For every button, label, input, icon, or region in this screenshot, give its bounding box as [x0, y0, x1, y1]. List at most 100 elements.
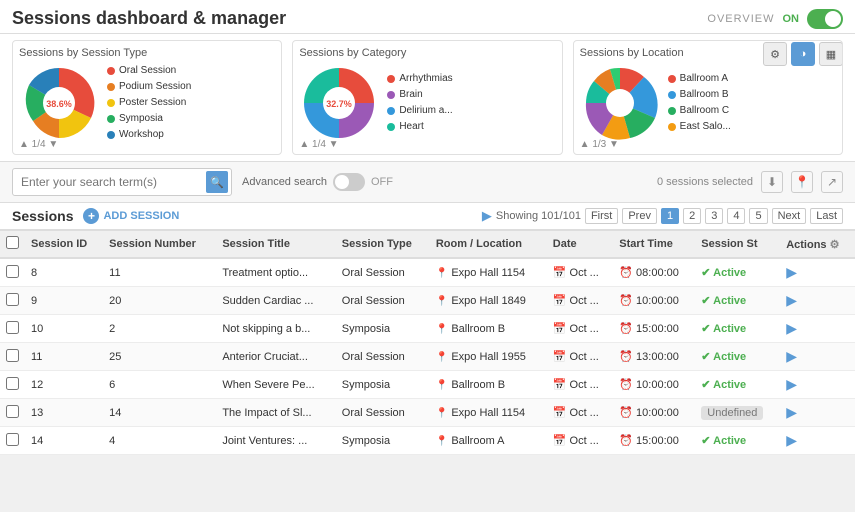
overview-toggle-state: ON	[783, 13, 800, 25]
row-checkbox[interactable]	[6, 349, 19, 362]
add-session-button[interactable]: + ADD SESSION	[83, 208, 179, 224]
table-row: 13 14 The Impact of Sl... Oral Session 📍…	[0, 399, 855, 427]
row-checkbox[interactable]	[6, 265, 19, 278]
cell-session-id: 13	[25, 399, 103, 427]
pagination-page-5[interactable]: 5	[749, 208, 767, 224]
sessions-table: Session ID Session Number Session Title …	[0, 230, 855, 455]
col-session-title: Session Title	[216, 231, 335, 259]
table-header-row: Session ID Session Number Session Title …	[0, 231, 855, 259]
cell-session-number: 20	[103, 287, 216, 315]
table-row: 12 6 When Severe Pe... Symposia 📍 Ballro…	[0, 371, 855, 399]
cell-room-location: 📍 Expo Hall 1955	[430, 343, 547, 371]
cell-actions: ▶	[780, 427, 855, 455]
row-checkbox[interactable]	[6, 293, 19, 306]
chart2-title: Sessions by Category	[299, 47, 555, 59]
sessions-selected-info: 0 sessions selected ⬇ 📍 ↗	[657, 171, 843, 193]
sessions-table-wrap: Session ID Session Number Session Title …	[0, 230, 855, 455]
col-session-status: Session St	[695, 231, 780, 259]
cell-session-type: Symposia	[336, 371, 430, 399]
pagination-page-1[interactable]: 1	[661, 208, 679, 224]
pagination-prev[interactable]: Prev	[622, 208, 657, 224]
search-bar: 🔍 Advanced search OFF 0 sessions selecte…	[0, 162, 855, 203]
search-input-wrap: 🔍	[12, 168, 232, 196]
pagination-page-4[interactable]: 4	[727, 208, 745, 224]
filter-icon: ▶	[482, 208, 492, 224]
cell-room-location: 📍 Expo Hall 1154	[430, 399, 547, 427]
row-action-button[interactable]: ▶	[786, 292, 797, 308]
download-action-button[interactable]: ⬇	[761, 171, 783, 193]
table-row: 9 20 Sudden Cardiac ... Oral Session 📍 E…	[0, 287, 855, 315]
chart2-nav: ▲ 1/4 ▼	[299, 139, 338, 150]
cell-session-id: 10	[25, 315, 103, 343]
col-room-location: Room / Location	[430, 231, 547, 259]
row-checkbox[interactable]	[6, 321, 19, 334]
pagination-page-3[interactable]: 3	[705, 208, 723, 224]
cell-actions: ▶	[780, 371, 855, 399]
status-badge: ✔ Active	[701, 351, 746, 363]
row-action-button[interactable]: ▶	[786, 348, 797, 364]
pagination-first[interactable]: First	[585, 208, 618, 224]
chart3-title: Sessions by Location	[580, 47, 836, 59]
chart3-pie	[580, 63, 660, 143]
cell-status: ✔ Active	[695, 315, 780, 343]
row-action-button[interactable]: ▶	[786, 264, 797, 280]
cell-session-id: 9	[25, 287, 103, 315]
adv-toggle-knob	[335, 175, 349, 189]
status-badge: ✔ Active	[701, 323, 746, 335]
chart1-legend: Oral Session Podium Session Poster Sessi…	[107, 63, 191, 143]
cell-date: 📅 Oct ...	[547, 287, 614, 315]
cell-session-id: 8	[25, 258, 103, 287]
cell-session-id: 11	[25, 343, 103, 371]
row-checkbox[interactable]	[6, 405, 19, 418]
status-badge: Undefined	[701, 406, 763, 420]
cell-start-time: ⏰ 15:00:00	[613, 427, 695, 455]
select-all-checkbox[interactable]	[6, 236, 19, 249]
add-session-label: ADD SESSION	[103, 210, 179, 222]
overview-toggle[interactable]	[807, 9, 843, 29]
toggle-knob	[825, 11, 841, 27]
cell-date: 📅 Oct ...	[547, 399, 614, 427]
charts-row: ⚙ ◑ ▦ Sessions by Session Type 38.6%	[0, 34, 855, 162]
chart3-legend: Ballroom A Ballroom B Ballroom C East Sa…	[668, 71, 731, 135]
pagination-page-2[interactable]: 2	[683, 208, 701, 224]
status-badge: ✔ Active	[701, 295, 746, 307]
cell-room-location: 📍 Ballroom B	[430, 315, 547, 343]
cell-session-number: 4	[103, 427, 216, 455]
adv-toggle-state: OFF	[371, 176, 393, 188]
location-action-button[interactable]: 📍	[791, 171, 813, 193]
search-input[interactable]	[12, 168, 232, 196]
pagination-last[interactable]: Last	[810, 208, 843, 224]
advanced-search-toggle[interactable]	[333, 173, 365, 191]
cell-session-id: 14	[25, 427, 103, 455]
chart1-title: Sessions by Session Type	[19, 47, 275, 59]
advanced-search-label: Advanced search	[242, 176, 327, 188]
cell-session-type: Oral Session	[336, 343, 430, 371]
table-row: 10 2 Not skipping a b... Symposia 📍 Ball…	[0, 315, 855, 343]
header-controls: OVERVIEW ON	[707, 9, 843, 29]
selected-count-label: 0 sessions selected	[657, 176, 753, 188]
cell-date: 📅 Oct ...	[547, 371, 614, 399]
row-checkbox[interactable]	[6, 377, 19, 390]
svg-text:38.6%: 38.6%	[46, 99, 72, 109]
sessions-title: Sessions	[12, 208, 73, 224]
row-checkbox[interactable]	[6, 433, 19, 446]
sessions-tbody: 8 11 Treatment optio... Oral Session 📍 E…	[0, 258, 855, 455]
pagination-next[interactable]: Next	[772, 208, 807, 224]
cell-start-time: ⏰ 10:00:00	[613, 399, 695, 427]
search-button[interactable]: 🔍	[206, 171, 228, 193]
row-action-button[interactable]: ▶	[786, 376, 797, 392]
row-action-button[interactable]: ▶	[786, 404, 797, 420]
row-action-button[interactable]: ▶	[786, 320, 797, 336]
cell-actions: ▶	[780, 287, 855, 315]
pagination: ▶ Showing 101/101 First Prev 1 2 3 4 5 N…	[482, 208, 843, 224]
cell-session-id: 12	[25, 371, 103, 399]
row-action-button[interactable]: ▶	[786, 432, 797, 448]
cell-session-type: Oral Session	[336, 287, 430, 315]
export-action-button[interactable]: ↗	[821, 171, 843, 193]
showing-label: ▶ Showing 101/101	[482, 208, 581, 224]
cell-session-title: The Impact of Sl...	[216, 399, 335, 427]
chart-location: Sessions by Location Ballroom A Ballroom	[573, 40, 843, 155]
cell-session-title: Sudden Cardiac ...	[216, 287, 335, 315]
cell-room-location: 📍 Ballroom A	[430, 427, 547, 455]
cell-room-location: 📍 Expo Hall 1154	[430, 258, 547, 287]
